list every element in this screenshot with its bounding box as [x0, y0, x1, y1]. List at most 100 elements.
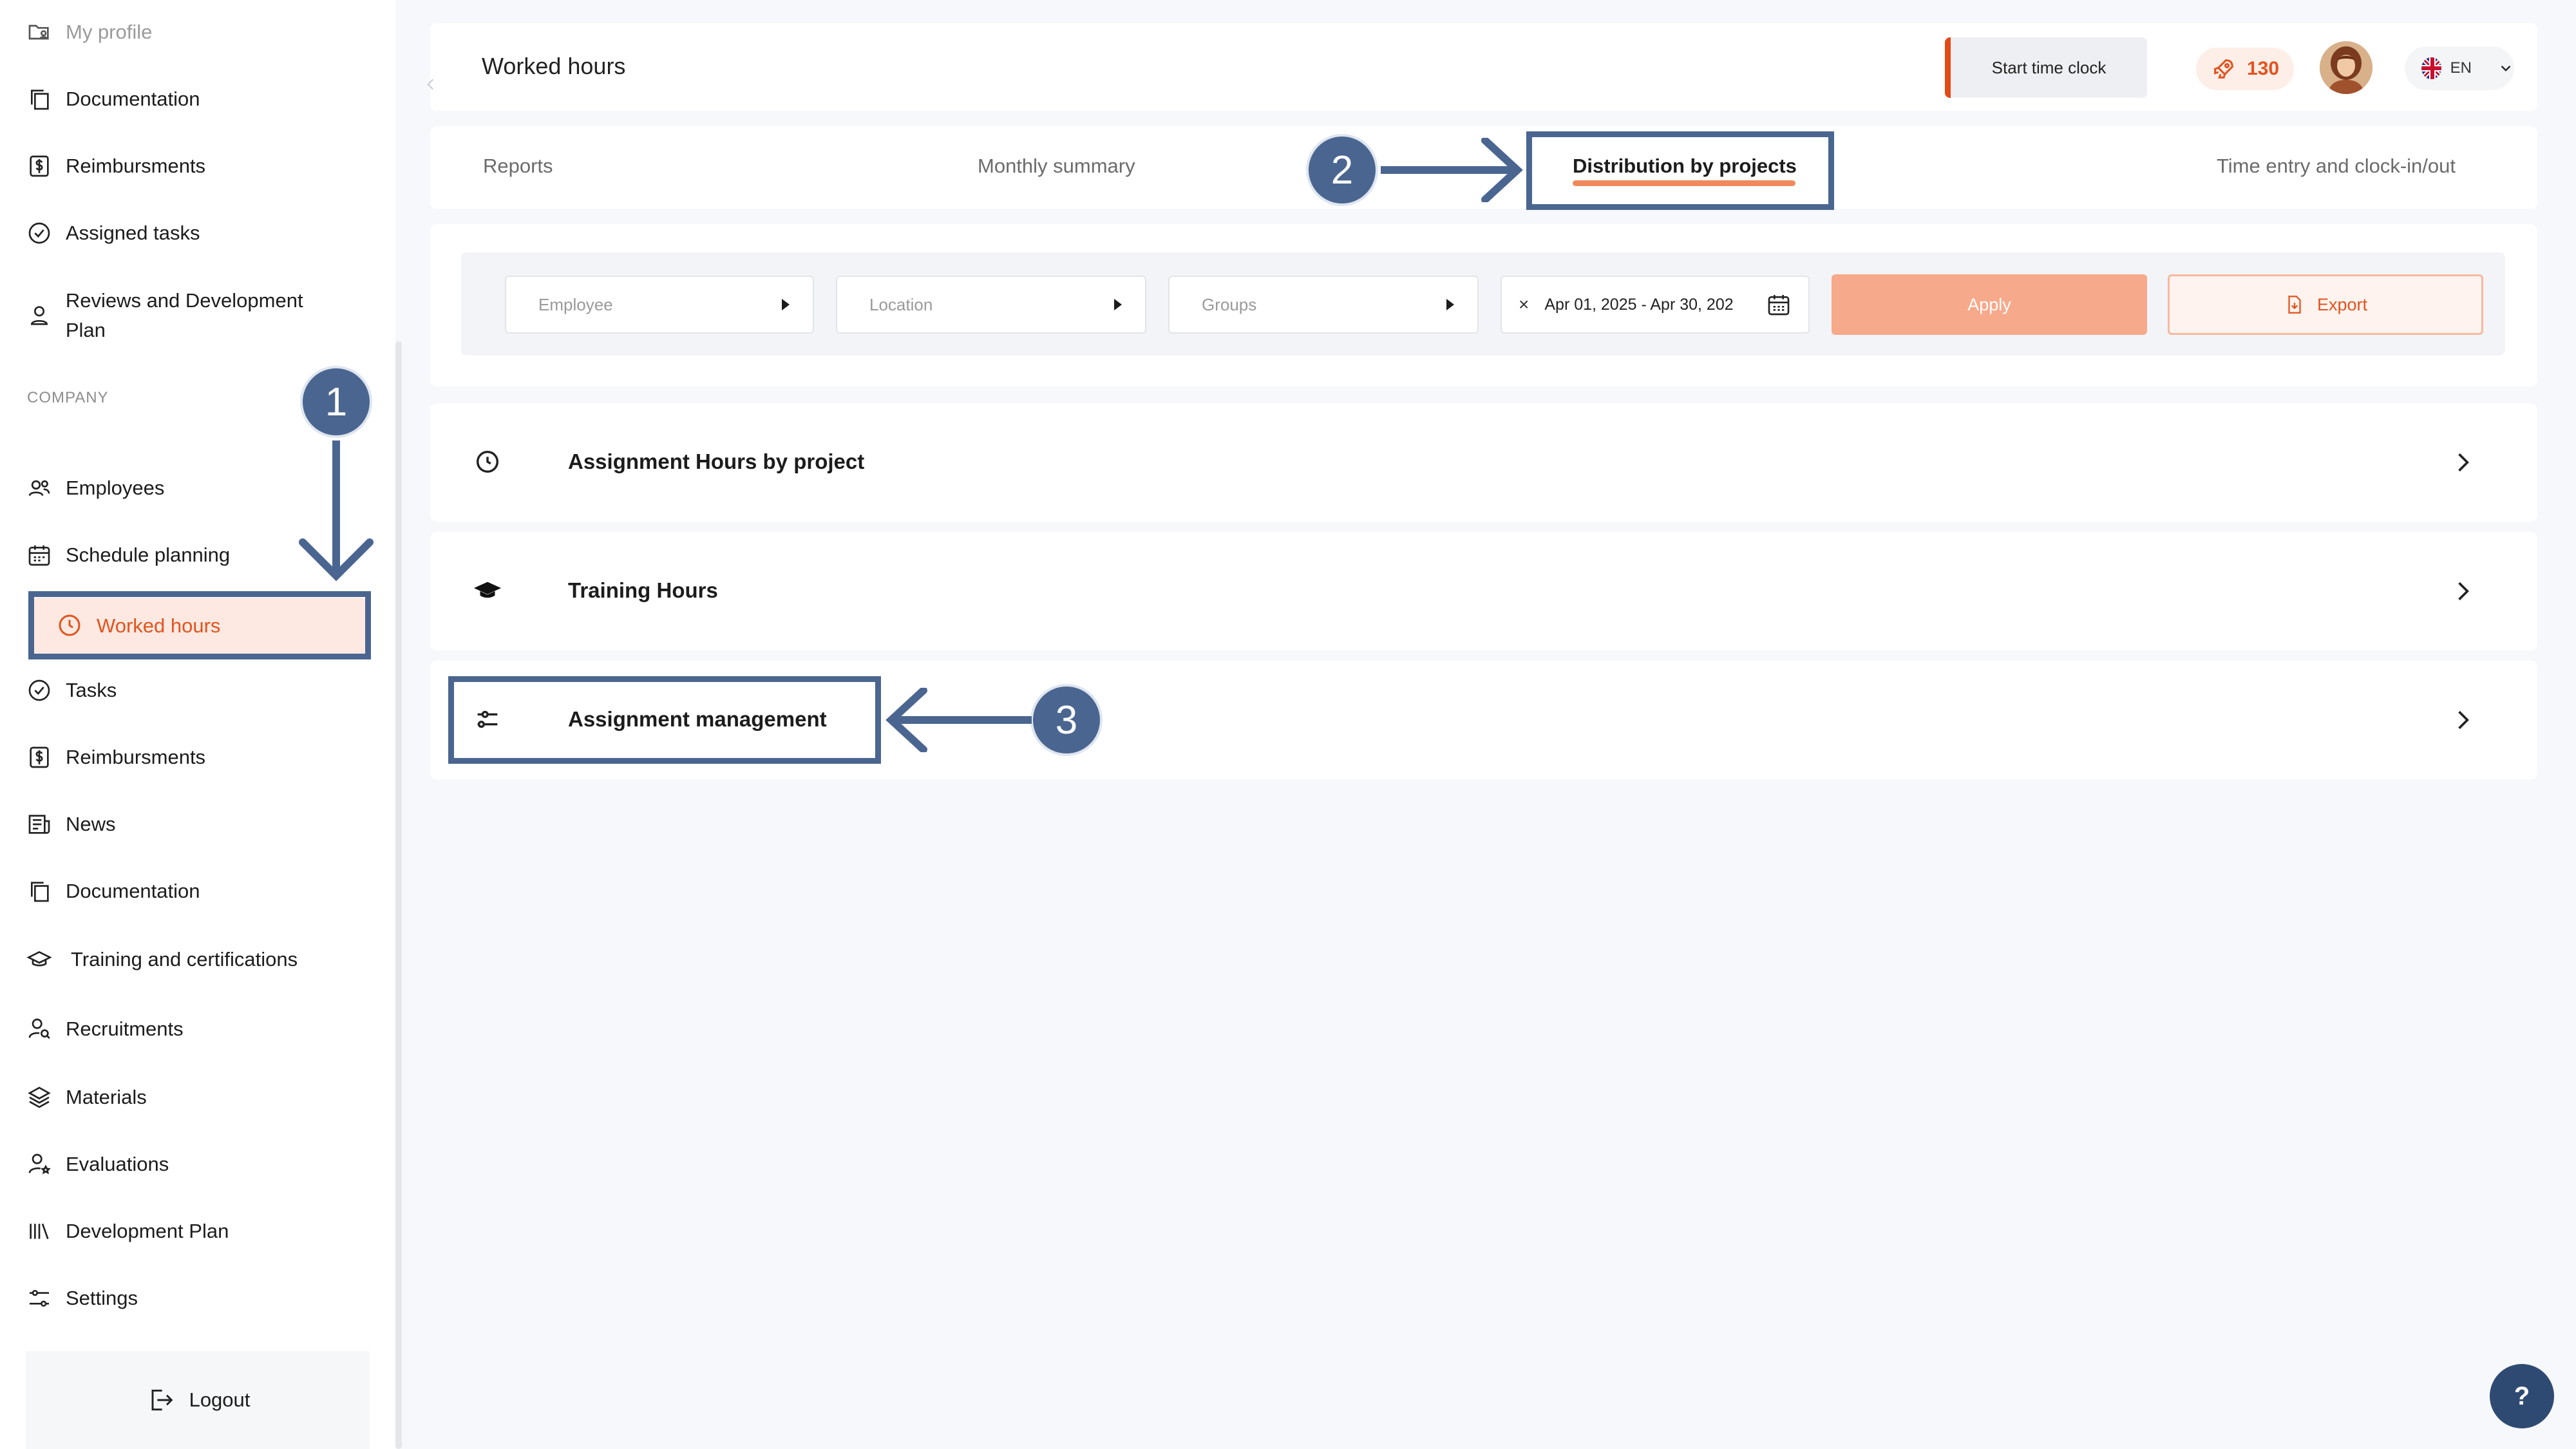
points-badge[interactable]: 130 — [2196, 48, 2294, 90]
step-badge-3: 3 — [1030, 684, 1103, 756]
sidebar: My profile Documentation Reimbursments A… — [0, 0, 395, 1449]
rocket-icon — [2211, 56, 2237, 82]
profile-folder-icon — [26, 19, 53, 46]
avatar[interactable] — [2320, 41, 2372, 94]
check-circle-icon — [26, 220, 53, 247]
sidebar-item-label: Reimbursments — [66, 746, 206, 768]
sidebar-item-training[interactable]: Training and certifications — [26, 940, 298, 979]
sidebar-item-label: Documentation — [66, 880, 200, 902]
user-star-icon — [26, 1151, 53, 1178]
arrow-right-icon — [1381, 138, 1523, 202]
employee-placeholder: Employee — [538, 294, 613, 314]
sidebar-item-documentation[interactable]: Documentation — [26, 80, 200, 118]
step-badge-1: 1 — [300, 366, 372, 438]
sidebar-item-reviews[interactable]: Reviews and Development Plan — [26, 283, 335, 348]
sidebar-item-documentation-company[interactable]: Documentation — [26, 872, 200, 911]
calendar-icon[interactable] — [1766, 292, 1792, 317]
sidebar-item-news[interactable]: News — [26, 805, 116, 844]
chevron-right-icon — [2448, 448, 2477, 477]
arrow-down-icon — [299, 440, 374, 582]
check-circle-icon — [26, 677, 53, 704]
export-label: Export — [2316, 294, 2368, 314]
language-selector[interactable]: EN — [2405, 46, 2514, 90]
users-icon — [26, 475, 53, 502]
location-placeholder: Location — [869, 294, 933, 314]
chevron-right-icon — [2448, 706, 2477, 734]
points-value: 130 — [2246, 58, 2280, 79]
sidebar-item-development-plan[interactable]: Development Plan — [26, 1212, 229, 1251]
start-time-clock-button[interactable]: Start time clock — [1945, 37, 2147, 98]
sidebar-item-materials[interactable]: Materials — [26, 1078, 147, 1117]
sidebar-item-label: Recruitments — [66, 1018, 184, 1040]
sidebar-item-label: Documentation — [66, 88, 200, 110]
sidebar-item-evaluations[interactable]: Evaluations — [26, 1145, 169, 1184]
row-label: Assignment Hours by project — [568, 450, 865, 473]
sidebar-item-label: Training and certifications — [71, 948, 298, 971]
sidebar-item-employees[interactable]: Employees — [26, 469, 164, 507]
arrow-left-icon — [886, 688, 1032, 752]
sidebar-item-schedule-planning[interactable]: Schedule planning — [26, 536, 230, 574]
sidebar-item-tasks[interactable]: Tasks — [26, 671, 117, 710]
sidebar-item-label: Tasks — [66, 679, 117, 701]
sliders-icon — [26, 1285, 53, 1312]
logout-label: Logout — [189, 1388, 251, 1411]
language-label: EN — [2450, 59, 2472, 77]
sidebar-item-settings[interactable]: Settings — [26, 1279, 138, 1318]
caret-right-icon — [782, 299, 790, 310]
clear-icon[interactable]: × — [1519, 294, 1529, 315]
calendar-icon — [26, 542, 53, 569]
tab-monthly-summary[interactable]: Monthly summary — [978, 155, 1135, 178]
step-badge-2: 2 — [1306, 134, 1378, 206]
help-button[interactable]: ? — [2490, 1364, 2554, 1428]
sidebar-item-label: Materials — [66, 1086, 147, 1108]
sidebar-item-assigned-tasks[interactable]: Assigned tasks — [26, 214, 200, 252]
bars-icon — [26, 1218, 53, 1245]
sidebar-item-label: Reviews and Development Plan — [65, 289, 303, 341]
graduation-cap-icon — [26, 946, 53, 973]
dollar-icon — [26, 744, 53, 771]
sidebar-item-reimbursments[interactable]: Reimbursments — [26, 147, 205, 185]
sidebar-item-label: Schedule planning — [66, 544, 231, 566]
page-title: Worked hours — [482, 53, 626, 79]
file-export-icon — [2284, 294, 2306, 316]
user-icon — [26, 302, 53, 329]
highlight-box-worked-hours — [28, 591, 371, 659]
section-label-company: COMPANY — [27, 389, 109, 406]
sidebar-item-label: Employees — [66, 477, 165, 499]
date-range-picker[interactable]: × Apr 01, 2025 - Apr 30, 202 — [1501, 276, 1810, 334]
sidebar-item-label: Reimbursments — [66, 155, 206, 177]
sidebar-item-reimbursments-company[interactable]: Reimbursments — [26, 738, 205, 777]
tab-time-entry[interactable]: Time entry and clock-in/out — [2217, 155, 2456, 178]
date-range-value: Apr 01, 2025 - Apr 30, 202 — [1544, 295, 1734, 314]
caret-right-icon — [1446, 299, 1454, 310]
location-select[interactable]: Location — [836, 276, 1146, 334]
highlight-box-assignment-management — [448, 676, 881, 764]
logout-icon — [146, 1386, 174, 1414]
highlight-box-distribution-tab — [1526, 131, 1834, 210]
row-training-hours[interactable]: Training Hours — [430, 532, 2537, 650]
sidebar-item-my-profile[interactable]: My profile — [26, 13, 152, 52]
apply-button[interactable]: Apply — [1832, 274, 2147, 335]
uk-flag-icon — [2421, 57, 2441, 79]
clock-icon — [473, 447, 502, 477]
caret-right-icon — [1114, 299, 1122, 310]
sidebar-item-label: Assigned tasks — [66, 222, 200, 244]
sidebar-item-recruitments[interactable]: Recruitments — [26, 1010, 184, 1048]
dollar-icon — [26, 153, 53, 180]
row-label: Training Hours — [568, 578, 718, 602]
groups-select[interactable]: Groups — [1168, 276, 1479, 334]
row-assignment-hours-by-project[interactable]: Assignment Hours by project — [430, 403, 2537, 522]
logout-button[interactable]: Logout — [26, 1351, 370, 1449]
tab-reports[interactable]: Reports — [483, 155, 553, 178]
chevron-left-icon[interactable] — [422, 76, 439, 93]
documents-icon — [26, 878, 53, 905]
user-search-icon — [26, 1016, 53, 1043]
sidebar-scrollbar[interactable] — [395, 341, 402, 1449]
export-button[interactable]: Export — [2168, 274, 2483, 335]
sidebar-item-label: Evaluations — [66, 1153, 169, 1175]
layers-icon — [26, 1084, 53, 1111]
sidebar-item-label: Development Plan — [66, 1220, 229, 1242]
documents-icon — [26, 86, 53, 113]
employee-select[interactable]: Employee — [505, 276, 814, 334]
chevron-down-icon — [2497, 60, 2514, 77]
